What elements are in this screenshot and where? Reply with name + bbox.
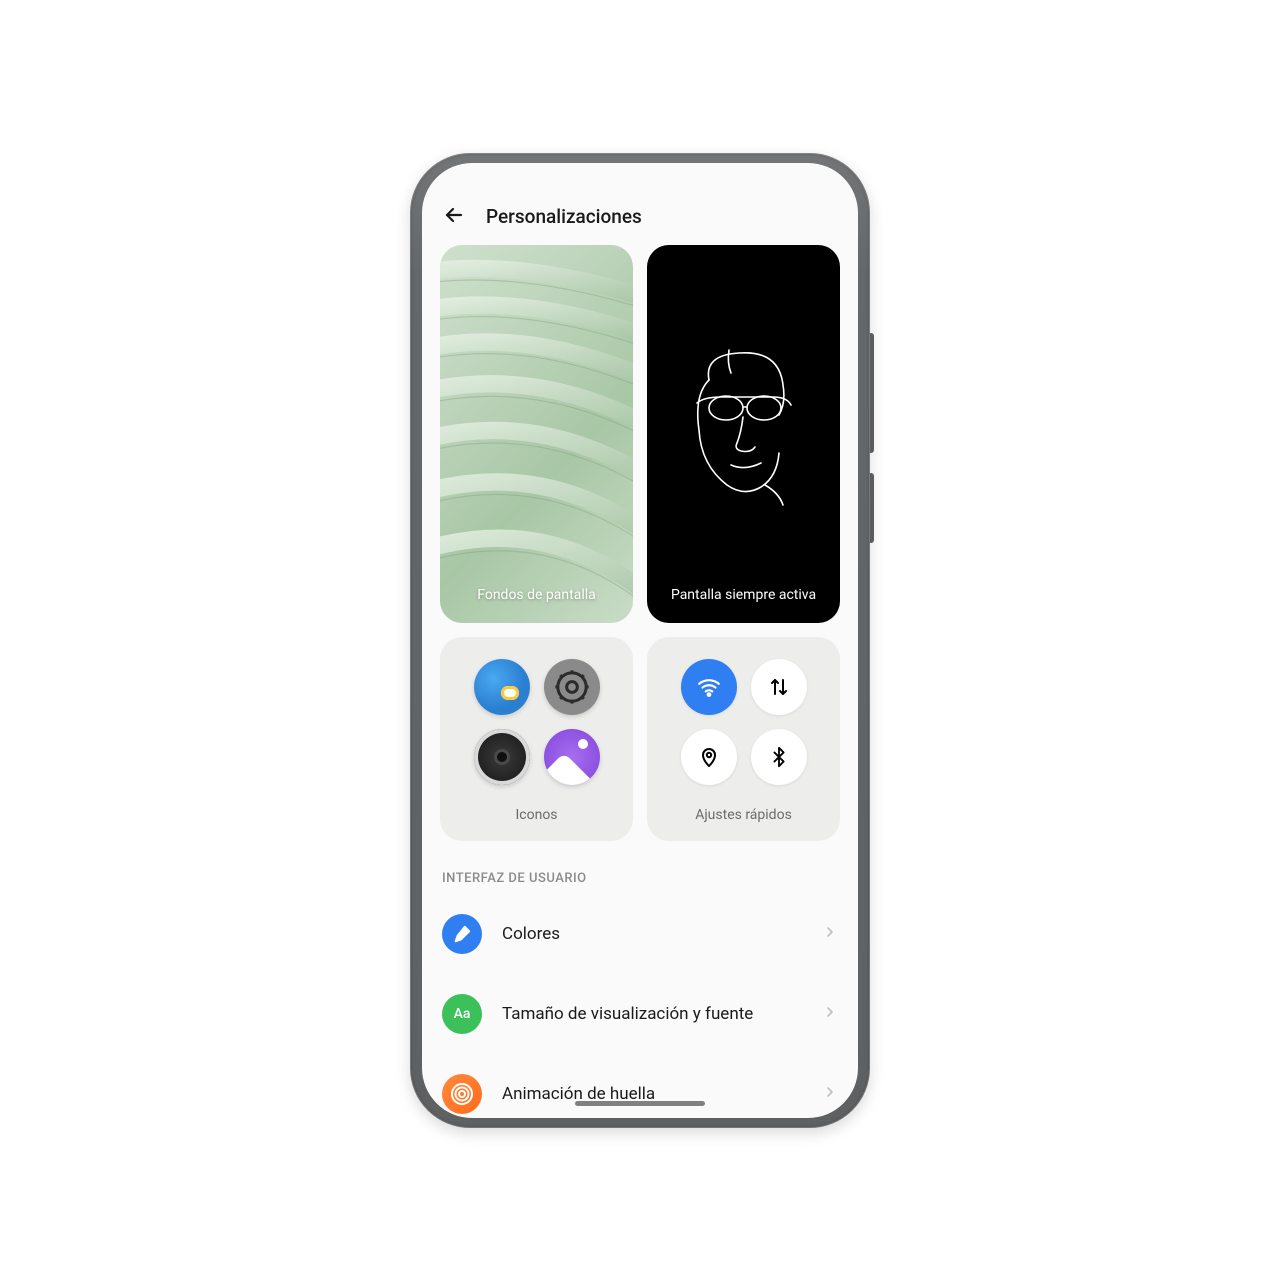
phone-frame: Personalizaciones [410,153,870,1128]
chevron-right-icon [822,924,838,944]
list-item-display-font[interactable]: Aa Tamaño de visualización y fuente [440,974,840,1054]
data-qs-icon [751,659,807,715]
location-icon [697,745,721,769]
chevron-right-icon [822,1084,838,1104]
location-qs-icon [681,729,737,785]
font-size-icon: Aa [442,994,482,1034]
wallpaper-tile[interactable]: Fondos de pantalla [440,245,633,623]
wallpaper-waves [440,245,633,612]
data-arrows-icon [767,675,791,699]
small-tiles-row: Iconos [440,637,840,841]
colors-icon [442,914,482,954]
quick-settings-tile[interactable]: Ajustes rápidos [647,637,840,841]
chevron-right-icon [822,1004,838,1024]
page-title: Personalizaciones [486,205,642,228]
content: Fondos de pantalla P [422,245,858,1114]
camera-app-icon [474,729,530,785]
aod-tile[interactable]: Pantalla siempre activa [647,245,840,623]
fingerprint-anim-icon [442,1074,482,1114]
phone-screen: Personalizaciones [422,163,858,1118]
gallery-app-icon [544,729,600,785]
list-item-colors[interactable]: Colores [440,894,840,974]
aod-tile-label: Pantalla siempre activa [661,586,826,604]
phone-side-button [870,333,874,453]
fingerprint-icon [450,1082,474,1106]
brush-icon [451,923,473,945]
icons-tile[interactable]: Iconos [440,637,633,841]
face-sketch-icon [679,345,809,515]
font-icon-text: Aa [454,1006,471,1022]
qs-tile-label: Ajustes rápidos [695,807,792,823]
settings-app-icon [544,659,600,715]
top-tiles-row: Fondos de pantalla P [440,245,840,623]
wifi-icon [696,674,722,700]
qs-preview-grid [679,657,809,787]
icons-tile-label: Iconos [515,807,557,823]
bluetooth-qs-icon [751,729,807,785]
wifi-qs-icon [681,659,737,715]
gear-icon [552,667,592,707]
icons-preview-grid [472,657,602,787]
phone-side-button [870,473,874,543]
display-font-label: Tamaño de visualización y fuente [502,1004,802,1024]
wallpaper-tile-label: Fondos de pantalla [467,586,606,604]
arrow-left-icon [442,203,466,227]
weather-app-icon [474,659,530,715]
back-button[interactable] [442,203,466,231]
section-header-ui: INTERFAZ DE USUARIO [442,871,838,886]
bluetooth-icon [768,746,790,768]
header: Personalizaciones [422,163,858,245]
gesture-nav-bar[interactable] [575,1101,705,1106]
colors-label: Colores [502,924,802,944]
